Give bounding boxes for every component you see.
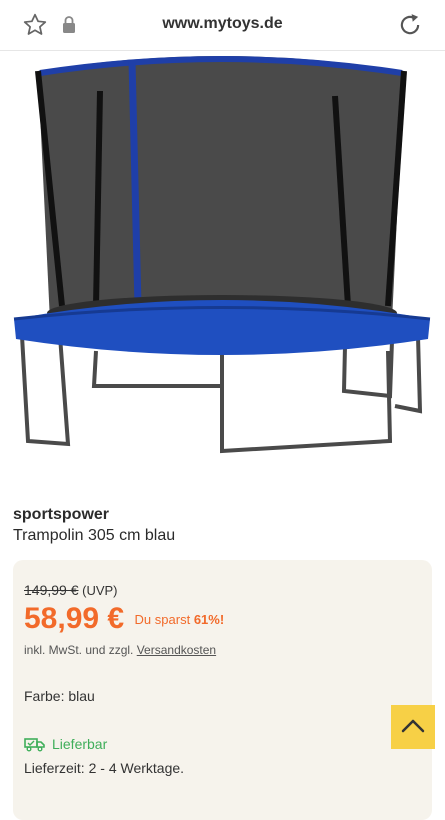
old-price: 149,99 € (24, 582, 79, 598)
availability-status: Lieferbar (24, 736, 107, 752)
product-brand[interactable]: sportspower (13, 506, 109, 524)
delivery-time: Lieferzeit: 2 - 4 Werktage. (24, 760, 185, 776)
browser-address-bar[interactable]: www.mytoys.de (0, 0, 445, 51)
availability-label: Lieferbar (52, 736, 108, 752)
savings-label: Du sparst (134, 611, 191, 627)
price-card: 149,99 € (UVP) 58,99 € Du sparst 61%! in… (13, 560, 432, 820)
product-image-trampoline[interactable] (0, 51, 445, 461)
current-price: 58,99 € (24, 602, 125, 635)
tax-text: inkl. MwSt. und zzgl. (24, 643, 134, 657)
delivery-truck-icon (24, 738, 45, 752)
shipping-costs-link[interactable]: Versandkosten (137, 643, 216, 657)
reload-icon[interactable] (397, 12, 423, 38)
uvp-price: 149,99 € (UVP) (24, 582, 118, 598)
tax-info: inkl. MwSt. und zzgl. Versandkosten (24, 643, 216, 657)
savings-text: Du sparst 61%! (135, 612, 225, 627)
chevron-up-icon (401, 719, 425, 733)
uvp-label: (UVP) (82, 583, 118, 598)
product-title: Trampolin 305 cm blau (13, 527, 176, 544)
color-info: Farbe: blau (24, 688, 95, 704)
url-text[interactable]: www.mytoys.de (0, 15, 445, 33)
scroll-to-top-button[interactable] (391, 705, 435, 749)
savings-percent: 61%! (193, 611, 225, 627)
price-row: 58,99 € Du sparst 61%! (24, 602, 224, 636)
